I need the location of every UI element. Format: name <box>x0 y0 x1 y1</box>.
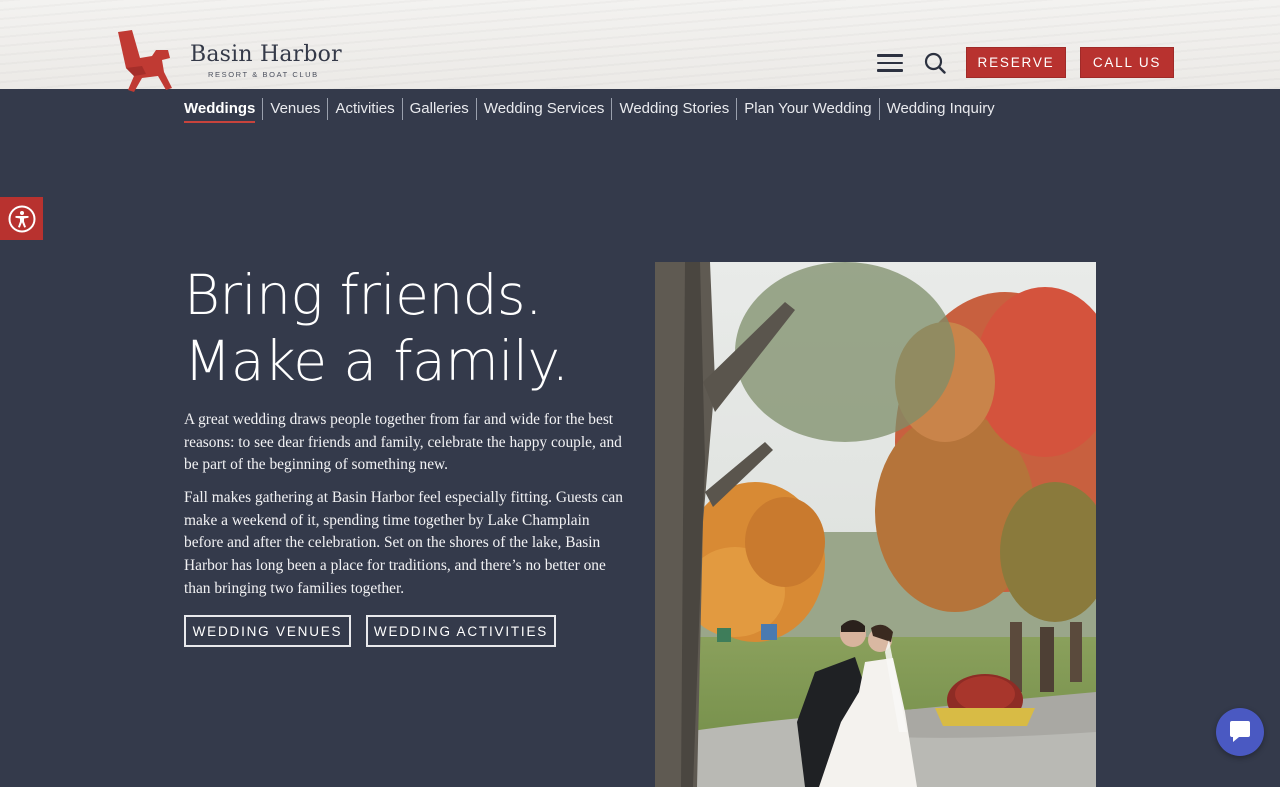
subnav-item-wedding-stories[interactable]: Wedding Stories <box>611 98 736 120</box>
hamburger-icon[interactable] <box>877 54 903 72</box>
subnav-item-venues[interactable]: Venues <box>262 98 327 120</box>
chat-bubble-icon <box>1230 721 1250 742</box>
site-header: Basin Harbor RESORT & BOAT CLUB RESERVE … <box>0 0 1280 92</box>
fall-paragraph: Fall makes gathering at Basin Harbor fee… <box>184 489 623 597</box>
chat-button[interactable] <box>1216 708 1264 756</box>
hero-title-line-1: Bring friends. <box>184 263 542 327</box>
wedding-venues-button[interactable]: WEDDING VENUES <box>184 615 351 647</box>
wedding-photo-illustration <box>655 262 1096 787</box>
adirondack-chair-icon <box>118 30 172 92</box>
search-icon[interactable] <box>924 52 946 74</box>
wedding-couple-photo <box>655 262 1096 787</box>
subnav-item-galleries[interactable]: Galleries <box>401 98 476 120</box>
hero-title-line-2: Make a family. <box>184 329 569 393</box>
logo-name: Basin Harbor <box>190 42 342 67</box>
subnav-item-plan-your-wedding[interactable]: Plan Your Wedding <box>736 98 878 120</box>
wedding-activities-button[interactable]: WEDDING ACTIVITIES <box>366 615 556 647</box>
subnav-item-wedding-services[interactable]: Wedding Services <box>475 98 612 120</box>
reserve-button[interactable]: RESERVE <box>966 47 1066 78</box>
subnav-item-activities[interactable]: Activities <box>327 98 401 120</box>
call-us-button[interactable]: CALL US <box>1080 47 1174 78</box>
intro-paragraph: A great wedding draws people together fr… <box>184 411 622 474</box>
logo[interactable]: Basin Harbor RESORT & BOAT CLUB <box>112 28 342 94</box>
hero-title: Bring friends. Make a family. <box>184 262 624 394</box>
weddings-subnav: Weddings Venues Activities Galleries Wed… <box>184 97 1002 123</box>
subnav-item-weddings[interactable]: Weddings <box>184 98 262 123</box>
subnav-item-wedding-inquiry[interactable]: Wedding Inquiry <box>878 98 1002 120</box>
logo-subtitle: RESORT & BOAT CLUB <box>208 70 319 79</box>
accessibility-button[interactable] <box>0 197 43 240</box>
accessibility-icon <box>8 205 35 232</box>
